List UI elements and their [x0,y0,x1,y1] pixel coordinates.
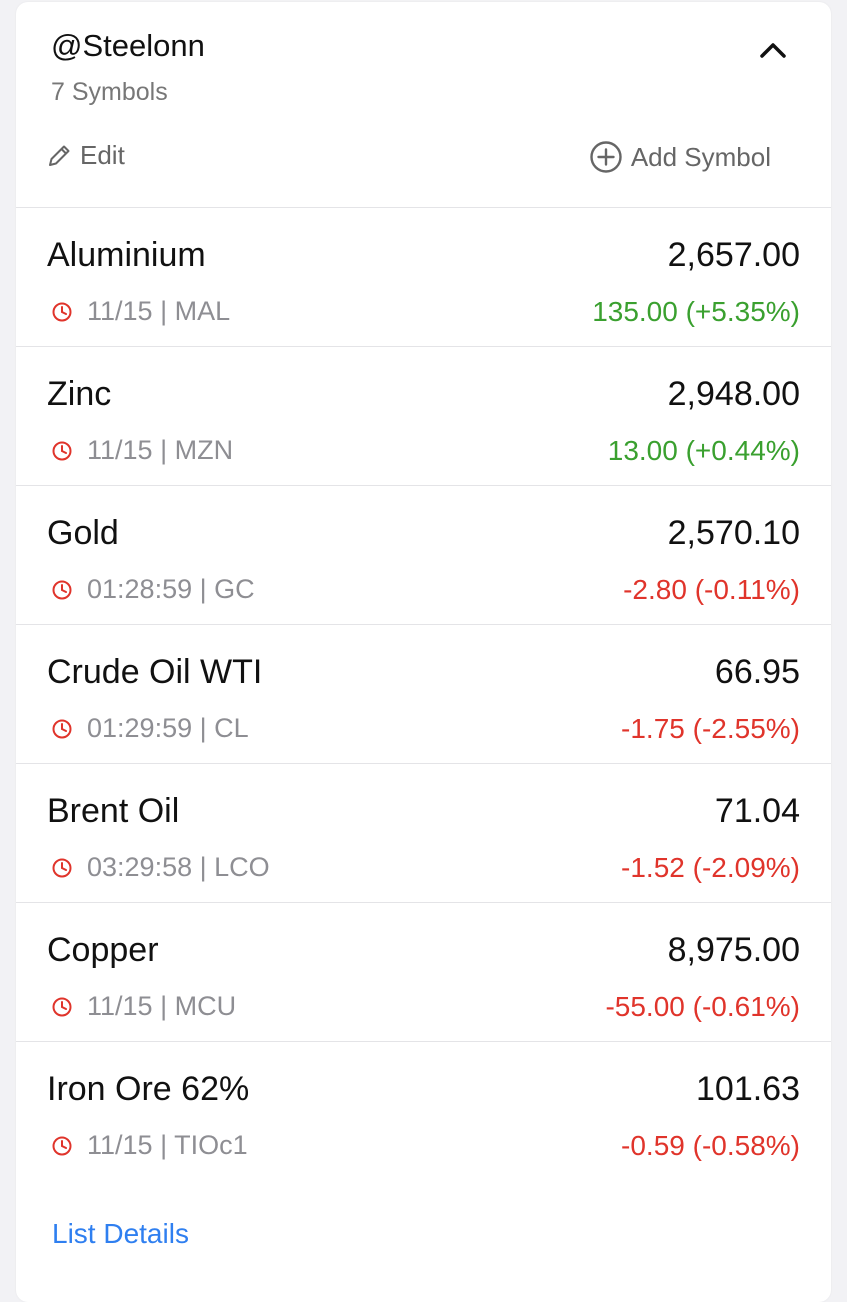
symbol-change: 135.00 (+5.35%) [592,296,800,327]
symbol-meta: 11/15 | MCU [51,991,236,1022]
symbol-price: 8,975.00 [667,931,800,969]
watchlist-name: @Steelonn [51,28,205,63]
symbol-meta: 03:29:58 | LCO [51,852,270,883]
symbol-name: Gold [47,514,119,552]
edit-button[interactable]: Edit [46,140,125,171]
list-details-link[interactable]: List Details [52,1218,189,1250]
add-symbol-button[interactable]: Add Symbol [589,140,771,174]
symbol-row-5[interactable]: Brent Oil 71.04 03:29:58 | LCO -1.52 (-2… [16,764,831,903]
symbol-meta: 01:29:59 | CL [51,713,249,744]
clock-icon [51,718,73,740]
symbol-name: Brent Oil [47,792,180,830]
symbol-time-ticker: 01:29:59 | CL [87,713,249,743]
symbol-list: Aluminium 2,657.00 11/15 | MAL 135.00 (+… [16,208,831,1180]
symbol-price: 101.63 [696,1070,800,1108]
chevron-up-icon [760,43,786,58]
symbol-row-2[interactable]: Zinc 2,948.00 11/15 | MZN 13.00 (+0.44%) [16,347,831,486]
symbol-change: 13.00 (+0.44%) [607,435,800,466]
clock-icon [51,301,73,323]
symbol-count: 7 Symbols [51,78,168,106]
symbol-change: -2.80 (-0.11%) [623,574,800,605]
symbol-meta: 11/15 | MAL [51,296,230,327]
symbol-name: Aluminium [47,236,206,274]
symbol-name: Iron Ore 62% [47,1070,250,1108]
clock-icon [51,1135,73,1157]
clock-icon [51,440,73,462]
symbol-row-7[interactable]: Iron Ore 62% 101.63 11/15 | TIOc1 -0.59 … [16,1042,831,1180]
collapse-button[interactable] [753,32,793,68]
symbol-price: 2,570.10 [667,514,800,552]
symbol-change: -1.52 (-2.09%) [621,852,800,883]
symbol-time-ticker: 01:28:59 | GC [87,574,255,604]
symbol-time-ticker: 11/15 | MAL [87,296,231,326]
plus-circle-icon [590,141,622,173]
clock-icon [51,996,73,1018]
clock-icon [51,857,73,879]
symbol-time-ticker: 11/15 | MCU [87,991,237,1021]
symbol-price: 2,948.00 [667,375,800,413]
pencil-icon [49,145,70,166]
symbol-meta: 11/15 | MZN [51,435,233,466]
symbol-meta: 01:28:59 | GC [51,574,255,605]
symbol-name: Copper [47,931,159,969]
symbol-change: -1.75 (-2.55%) [621,713,800,744]
symbol-price: 71.04 [714,792,800,830]
add-symbol-label: Add Symbol [630,141,771,172]
symbol-time-ticker: 11/15 | TIOc1 [87,1130,248,1160]
symbol-price: 2,657.00 [667,236,800,274]
symbol-name: Zinc [47,375,112,413]
symbol-row-1[interactable]: Aluminium 2,657.00 11/15 | MAL 135.00 (+… [16,208,831,347]
symbol-row-3[interactable]: Gold 2,570.10 01:28:59 | GC -2.80 (-0.11… [16,486,831,625]
symbol-price: 66.95 [714,653,800,691]
symbol-meta: 11/15 | TIOc1 [51,1130,248,1161]
symbol-time-ticker: 03:29:58 | LCO [87,852,270,882]
symbol-row-6[interactable]: Copper 8,975.00 11/15 | MCU -55.00 (-0.6… [16,903,831,1042]
symbol-row-4[interactable]: Crude Oil WTI 66.95 01:29:59 | CL -1.75 … [16,625,831,764]
edit-label: Edit [80,140,125,170]
watchlist-card: @Steelonn 7 Symbols Edit Add Symbol Alum… [16,2,831,1302]
clock-icon [51,579,73,601]
symbol-time-ticker: 11/15 | MZN [87,435,234,465]
watchlist-header: @Steelonn 7 Symbols Edit Add Symbol [16,2,831,208]
symbol-change: -0.59 (-0.58%) [621,1130,800,1161]
symbol-name: Crude Oil WTI [47,653,263,691]
symbol-change: -55.00 (-0.61%) [605,991,800,1022]
